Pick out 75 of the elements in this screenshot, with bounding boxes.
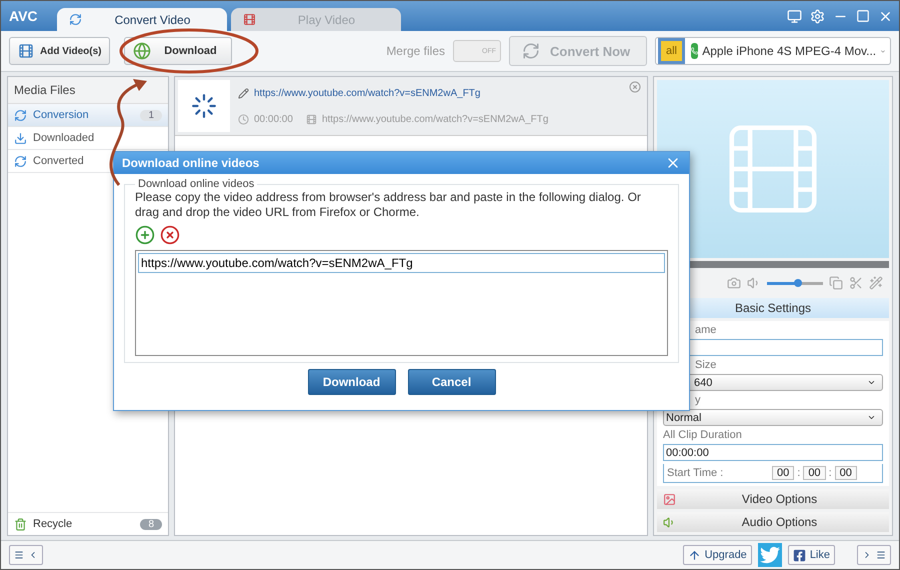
like-button[interactable]: Like — [788, 545, 835, 565]
url-field[interactable]: https://www.youtube.com/watch?v=sENM2wA_FTg — [138, 253, 665, 273]
film-icon — [18, 43, 34, 59]
video-link[interactable]: https://www.youtube.com/watch?v=sENM2wA_FTg — [254, 88, 480, 98]
count-badge: 8 — [140, 518, 162, 530]
settings-icon[interactable] — [810, 8, 825, 24]
maximize-icon[interactable] — [856, 8, 870, 22]
film-icon — [243, 13, 256, 26]
app-logo: AVC — [9, 8, 39, 24]
start-time-label: Start Time : — [667, 467, 724, 479]
volume-thumb[interactable] — [794, 278, 802, 286]
refresh-icon — [14, 154, 27, 168]
refresh-icon — [522, 42, 540, 60]
field-label: y — [694, 394, 702, 406]
source-url: https://www.youtube.com/watch?v=sENM2wA_FTg — [322, 114, 548, 124]
cancel-button[interactable]: Cancel — [408, 369, 496, 395]
recycle-item[interactable]: Recycle 8 — [8, 512, 168, 535]
speaker-icon — [663, 516, 676, 528]
upgrade-button[interactable]: Upgrade — [682, 545, 752, 565]
volume-slider[interactable] — [767, 282, 823, 284]
tab[interactable]: Convert Video — [57, 8, 227, 31]
edit-icon[interactable] — [238, 88, 249, 98]
instructions-text: Please copy the video address from browser's address bar and paste in the following dialog. Or drag and drop the video URL from Firefox or Chorme. — [135, 190, 642, 220]
list-icon — [14, 550, 24, 560]
list-icon — [876, 550, 886, 560]
scissors-icon[interactable] — [849, 276, 863, 290]
copy-icon[interactable] — [829, 276, 843, 290]
remove-icon[interactable] — [629, 81, 641, 93]
up-arrow-icon — [688, 548, 701, 562]
twitter-icon[interactable] — [758, 543, 782, 567]
recycle-label: Recycle — [33, 518, 72, 530]
collapse-left-button[interactable] — [9, 545, 43, 565]
phone-icon — [691, 43, 698, 59]
download-icon — [14, 132, 27, 144]
field-label: Size — [694, 359, 718, 371]
all-badge: all — [658, 38, 686, 64]
trash-icon — [14, 518, 27, 530]
field-label: ame — [694, 324, 718, 336]
snapshot-icon[interactable] — [727, 276, 741, 290]
sidebar-item-label: Converted — [33, 155, 84, 167]
film-icon — [306, 114, 317, 124]
sidebar-item-label: Conversion — [33, 109, 89, 121]
delete-icon[interactable] — [160, 225, 180, 245]
duration-text: 00:00:00 — [254, 114, 293, 124]
collapse-right-button[interactable] — [857, 545, 891, 565]
count-badge: 1 — [140, 110, 162, 120]
profile-dropdown[interactable]: all Apple iPhone 4S MPEG-4 Mov... — [655, 37, 891, 65]
clock-icon — [238, 114, 249, 124]
globe-icon — [133, 42, 152, 60]
video-icon — [663, 492, 676, 506]
time-field[interactable]: 00 — [834, 466, 857, 480]
wand-icon[interactable] — [869, 276, 883, 290]
refresh-icon — [69, 13, 82, 26]
time-separator: : — [796, 467, 802, 479]
sidebar-item[interactable]: Conversion 1 — [8, 104, 168, 127]
select-field[interactable]: Normal — [663, 409, 883, 426]
text-field[interactable]: 00:00:00 — [663, 444, 883, 461]
merge-files-label: Merge files — [386, 44, 445, 58]
download-button[interactable]: Download — [124, 37, 232, 65]
section-header[interactable]: Video Options — [657, 489, 889, 509]
monitor-icon[interactable] — [787, 8, 802, 24]
time-field[interactable]: 00 — [772, 466, 794, 480]
time-separator: : — [828, 467, 833, 479]
facebook-icon — [792, 548, 806, 562]
refresh-icon — [14, 108, 27, 122]
download-button[interactable]: Download — [308, 369, 396, 395]
group-label: Download online videos — [137, 178, 256, 190]
field-label: All Clip Duration — [663, 429, 743, 441]
add-icon[interactable] — [135, 225, 155, 245]
loading-icon — [191, 93, 217, 119]
add-video-button[interactable]: Add Video(s) — [9, 37, 110, 65]
sidebar-title: Media Files — [8, 77, 168, 104]
sidebar-item-label: Downloaded — [33, 132, 94, 144]
section-header[interactable]: Audio Options — [657, 512, 889, 532]
time-field[interactable]: 00 — [803, 466, 826, 480]
